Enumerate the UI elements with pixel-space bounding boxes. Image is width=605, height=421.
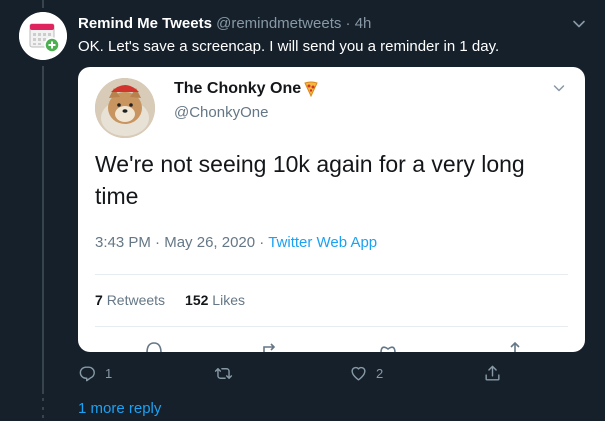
dog-avatar-icon [95,78,155,138]
thread-line [42,66,44,394]
quoted-stats: 7 Retweets 152 Likes [95,292,245,308]
retweets-label: Retweets [106,292,166,308]
reply-button[interactable]: 1 [78,364,112,383]
reply-count: 1 [105,366,113,381]
meta-separator: · [259,234,265,251]
tweet-actions: 1 2 [78,364,508,386]
tweet-text: OK. Let's save a screencap. I will send … [78,38,500,55]
quoted-date[interactable]: May 26, 2020 [164,234,255,251]
quoted-chevron-down-icon[interactable] [551,80,567,96]
pizza-icon [304,81,318,97]
quoted-name-text: The Chonky One [174,80,302,97]
quoted-time[interactable]: 3:43 PM [95,234,151,251]
timestamp[interactable]: 4h [355,15,372,32]
quoted-handle[interactable]: @ChonkyOne [174,104,268,121]
quoted-tweet-text: We're not seeing 10k again for a very lo… [95,151,525,209]
like-count: 2 [376,366,384,381]
retweet-icon [214,368,233,379]
divider [95,274,568,275]
likes-label: Likes [212,292,245,308]
quoted-tweet-card[interactable]: The Chonky One @ChonkyOne We're not seei… [78,67,585,352]
chevron-down-icon[interactable] [570,15,588,33]
handle[interactable]: @remindmetweets [216,15,341,32]
quoted-app-link[interactable]: Twitter Web App [268,234,377,251]
quoted-display-name[interactable]: The Chonky One [174,80,318,98]
quoted-reply-icon[interactable] [144,341,164,352]
reply-icon [79,366,95,382]
quoted-like-icon[interactable] [378,341,398,352]
header-separator: · [345,15,351,32]
share-icon [485,365,500,381]
quoted-share-icon[interactable] [505,341,525,352]
more-replies-link[interactable]: 1 more reply [78,400,161,417]
heart-icon [351,366,366,381]
avatar[interactable] [19,12,67,60]
retweets-count: 7 [95,292,103,308]
divider [95,326,568,327]
calendar-icon [19,12,67,60]
thread-dots [40,398,46,418]
retweets-stat[interactable]: 7 Retweets [95,292,165,308]
likes-count: 152 [185,292,209,308]
retweet-button[interactable] [214,364,241,383]
thread-line-top [42,0,44,8]
tweet-header: Remind Me Tweets @remindmetweets · 4h [78,15,371,32]
display-name[interactable]: Remind Me Tweets [78,15,212,32]
share-button[interactable] [483,364,502,383]
quoted-actions [78,341,585,352]
quoted-avatar[interactable] [95,78,155,138]
likes-stat[interactable]: 152 Likes [185,292,245,308]
like-button[interactable]: 2 [349,364,383,383]
quoted-meta: 3:43 PM · May 26, 2020 · Twitter Web App [95,234,377,251]
meta-separator: · [155,234,161,251]
quoted-retweet-icon[interactable] [261,341,281,352]
